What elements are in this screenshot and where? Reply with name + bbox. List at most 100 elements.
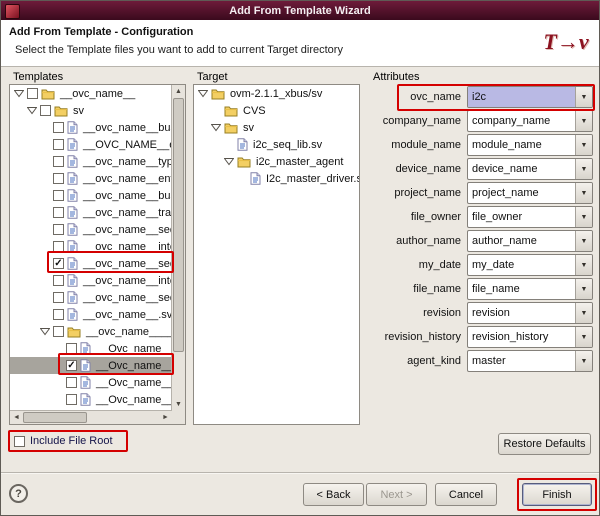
chevron-down-icon[interactable]: ▼: [575, 159, 592, 179]
scroll-left-icon[interactable]: ◄: [10, 411, 23, 424]
back-button[interactable]: < Back: [303, 483, 364, 506]
expander-icon[interactable]: [14, 89, 24, 98]
tree-row[interactable]: __ovc_name__seq_: [10, 255, 172, 272]
expander-icon[interactable]: [40, 327, 50, 336]
chevron-down-icon[interactable]: ▼: [575, 207, 592, 227]
tree-row[interactable]: i2c_master_agent: [194, 153, 359, 170]
tree-row[interactable]: __Ovc_name__: [10, 340, 172, 357]
tree-row[interactable]: sv: [194, 119, 359, 136]
next-button[interactable]: Next >: [366, 483, 427, 506]
include-file-root-checkbox[interactable]: [14, 436, 25, 447]
tree-row[interactable]: __ovc_name__tran: [10, 204, 172, 221]
cancel-button[interactable]: Cancel: [435, 483, 497, 506]
author_name-combo[interactable]: author_name▼: [467, 230, 593, 252]
checkbox[interactable]: [53, 258, 64, 269]
my_date-combo[interactable]: my_date▼: [467, 254, 593, 276]
tree-row[interactable]: CVS: [194, 102, 359, 119]
checkbox[interactable]: [53, 156, 64, 167]
tree-row-label: __ovc_name__inter: [81, 275, 172, 287]
expander-icon[interactable]: [27, 106, 37, 115]
checkbox[interactable]: [53, 173, 64, 184]
include-file-root[interactable]: Include File Root: [14, 435, 113, 447]
tree-row[interactable]: i2c_seq_lib.sv: [194, 136, 359, 153]
checkbox[interactable]: [66, 394, 77, 405]
tree-row[interactable]: __Ovc_name__: [10, 357, 172, 374]
expander-icon[interactable]: [224, 157, 234, 166]
revision-combo[interactable]: revision▼: [467, 302, 593, 324]
chevron-down-icon[interactable]: ▼: [575, 351, 592, 371]
templates-vertical-scrollbar[interactable]: ▲ ▼: [171, 85, 185, 411]
attribute-row: file_namefile_name▼: [369, 277, 593, 301]
module_name-combo[interactable]: module_name▼: [467, 134, 593, 156]
tree-row-label: CVS: [241, 105, 268, 117]
horizontal-scrollbar-thumb[interactable]: [23, 412, 87, 423]
checkbox[interactable]: [40, 105, 51, 116]
checkbox[interactable]: [27, 88, 38, 99]
chevron-down-icon[interactable]: ▼: [575, 111, 592, 131]
checkbox[interactable]: [53, 122, 64, 133]
wizard-dialog: Add From Template Wizard Add From Templa…: [0, 0, 600, 516]
chevron-down-icon[interactable]: ▼: [575, 87, 592, 107]
scroll-down-icon[interactable]: ▼: [172, 398, 185, 411]
checkbox[interactable]: [53, 207, 64, 218]
checkbox[interactable]: [53, 326, 64, 337]
checkbox[interactable]: [66, 360, 77, 371]
expander-icon[interactable]: [211, 123, 221, 132]
chevron-down-icon[interactable]: ▼: [575, 279, 592, 299]
checkbox[interactable]: [66, 377, 77, 388]
tree-row[interactable]: __Ovc_name__: [10, 374, 172, 391]
checkbox[interactable]: [53, 292, 64, 303]
tree-row[interactable]: I2c_master_driver.sv: [194, 170, 359, 187]
scroll-up-icon[interactable]: ▲: [172, 85, 185, 98]
scroll-right-icon[interactable]: ►: [159, 411, 172, 424]
tree-row[interactable]: __ovc_name____ag: [10, 323, 172, 340]
tree-row[interactable]: __ovc_name__bus_: [10, 187, 172, 204]
agent_kind-combo[interactable]: master▼: [467, 350, 593, 372]
revision_history-combo[interactable]: revision_history▼: [467, 326, 593, 348]
tree-row[interactable]: __ovc_name__env.: [10, 170, 172, 187]
chevron-down-icon[interactable]: ▼: [575, 231, 592, 251]
combo-value: module_name: [468, 135, 575, 155]
combo-value: file_name: [468, 279, 575, 299]
help-button[interactable]: ?: [9, 484, 28, 503]
chevron-down-icon[interactable]: ▼: [575, 135, 592, 155]
tree-row[interactable]: __ovc_name__.svh: [10, 306, 172, 323]
tree-row[interactable]: __ovc_name__sequ: [10, 221, 172, 238]
ovc_name-combo[interactable]: i2c▼: [467, 86, 593, 108]
chevron-down-icon[interactable]: ▼: [575, 255, 592, 275]
file_owner-combo[interactable]: file_owner▼: [467, 206, 593, 228]
checkbox[interactable]: [53, 241, 64, 252]
tree-row[interactable]: __ovc_name__inter: [10, 272, 172, 289]
chevron-down-icon[interactable]: ▼: [575, 183, 592, 203]
tree-row[interactable]: __Ovc_name__: [10, 391, 172, 408]
tree-row[interactable]: __ovc_name__: [10, 85, 172, 102]
tree-row[interactable]: __ovc_name__sequ: [10, 289, 172, 306]
project_name-combo[interactable]: project_name▼: [467, 182, 593, 204]
attribute-label: device_name: [369, 163, 467, 175]
tree-row[interactable]: __ovc_name__type: [10, 153, 172, 170]
folder-icon: [237, 156, 251, 168]
file_name-combo[interactable]: file_name▼: [467, 278, 593, 300]
templates-horizontal-scrollbar[interactable]: ◄ ►: [10, 410, 172, 424]
tree-row[interactable]: __ovc_name__bus_: [10, 119, 172, 136]
checkbox[interactable]: [53, 224, 64, 235]
checkbox[interactable]: [53, 309, 64, 320]
chevron-down-icon[interactable]: ▼: [575, 303, 592, 323]
tree-row[interactable]: __ovc_name__inter: [10, 238, 172, 255]
tree-row-label: __Ovc_name__: [94, 343, 172, 355]
tree-row[interactable]: ovm-2.1.1_xbus/sv: [194, 85, 359, 102]
checkbox[interactable]: [53, 275, 64, 286]
device_name-combo[interactable]: device_name▼: [467, 158, 593, 180]
tree-row[interactable]: __OVC_NAME__env: [10, 136, 172, 153]
checkbox[interactable]: [53, 190, 64, 201]
tree-row-label: ovm-2.1.1_xbus/sv: [228, 88, 324, 100]
finish-button[interactable]: Finish: [522, 483, 592, 506]
expander-icon[interactable]: [198, 89, 208, 98]
vertical-scrollbar-thumb[interactable]: [173, 98, 184, 352]
company_name-combo[interactable]: company_name▼: [467, 110, 593, 132]
checkbox[interactable]: [66, 343, 77, 354]
checkbox[interactable]: [53, 139, 64, 150]
chevron-down-icon[interactable]: ▼: [575, 327, 592, 347]
restore-defaults-button[interactable]: Restore Defaults: [498, 433, 591, 455]
tree-row[interactable]: sv: [10, 102, 172, 119]
